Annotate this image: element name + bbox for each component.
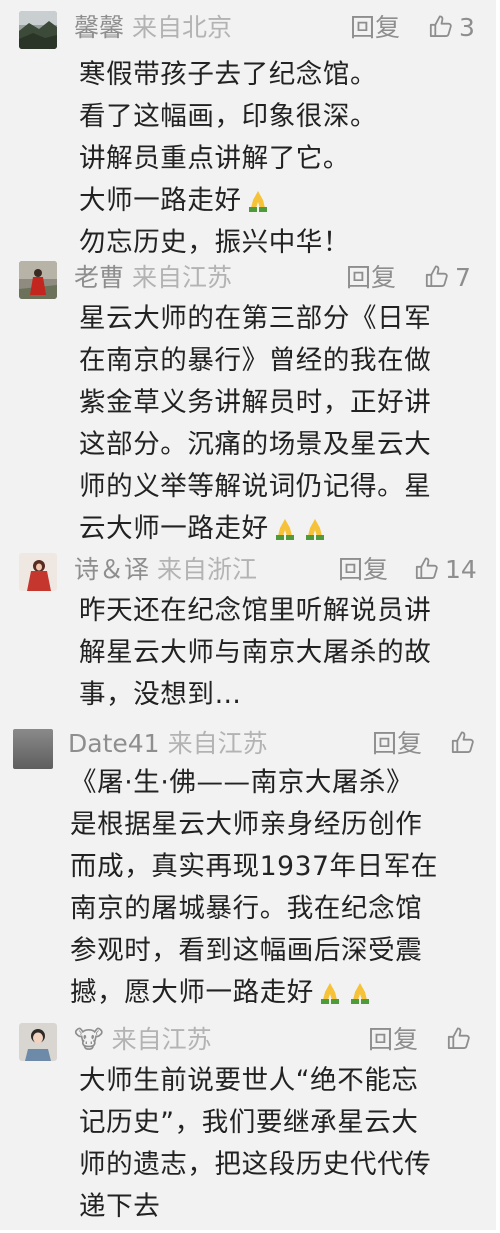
comment-line: 师的义举等解说词仍记得。星 [79, 471, 432, 502]
comment-header: Date41 来自江苏 [68, 726, 268, 762]
avatar[interactable] [19, 261, 57, 299]
comment-item: 馨馨 来自北京 回复 3 寒假带孩子去了纪念馆。 看了这幅画，印象很深。 讲解员重… [0, 0, 496, 258]
location-label: 来自北京 [132, 13, 233, 42]
avatar[interactable] [19, 553, 57, 591]
username[interactable]: 诗＆译 [74, 555, 149, 584]
comment-header: 🐮 来自江苏 [74, 1022, 212, 1058]
comment-line-text: 撼，愿大师一路走好 [70, 977, 314, 1008]
comment-line: 在南京的暴行》曾经的我在做 [79, 345, 432, 376]
thumbs-up-icon [446, 1025, 473, 1054]
comment-line: 讲解员重点讲解了它。 [79, 143, 350, 174]
comment-line: 参观时，看到这幅画后深受震 [70, 935, 423, 966]
comment-text: 寒假带孩子去了纪念馆。 看了这幅画，印象很深。 讲解员重点讲解了它。 大师一路走… [79, 54, 489, 264]
comment-text: 《屠·生·佛——南京大屠杀》 是根据星云大师亲身经历创作 而成，真实再现1937… [70, 762, 490, 1014]
like-button[interactable] [450, 726, 481, 762]
comment-line: 寒假带孩子去了纪念馆。 [79, 59, 378, 90]
comment-line: 撼，愿大师一路走好 [70, 972, 490, 1014]
like-count: 7 [455, 263, 471, 292]
comment-line: 事，没想到… [79, 679, 242, 710]
folded-hands-emoji-icon [316, 977, 344, 1005]
reply-button[interactable]: 回复 [350, 10, 400, 46]
comment-text: 大师生前说要世人“绝不能忘 记历史”，我们要继承星云大 师的遗志，把这段历史代代… [79, 1060, 489, 1228]
comment-line: 师的遗志，把这段历史代代传 [79, 1149, 432, 1180]
reply-button[interactable]: 回复 [346, 260, 396, 296]
comment-line: 南京的屠城暴行。我在纪念馆 [70, 893, 423, 924]
location-label: 来自江苏 [111, 1025, 212, 1054]
comment-line: 昨天还在纪念馆里听解说员讲 [79, 595, 432, 626]
comment-line: 看了这幅画，印象很深。 [79, 101, 378, 132]
comment-line: 递下去 [79, 1191, 161, 1222]
reply-button[interactable]: 回复 [338, 552, 388, 588]
location-label: 来自江苏 [167, 729, 268, 758]
comment-line: 大师一路走好 [79, 180, 489, 222]
avatar[interactable] [19, 11, 57, 49]
comment-item: 🐮 来自江苏 回复 大师生前说要世人“绝不能忘 记历史”，我们要继承星云大 师的遗… [0, 1012, 496, 1230]
location-label: 来自浙江 [157, 555, 258, 584]
folded-hands-emoji-icon [301, 513, 329, 541]
like-button[interactable]: 14 [414, 552, 477, 588]
comment-item: Date41 来自江苏 回复 《屠·生·佛——南京大屠杀》 是根据星云大师亲身经历… [0, 716, 496, 1016]
comment-line: 记历史”，我们要继承星云大 [79, 1107, 419, 1138]
comment-item: 老曹 来自江苏 回复 7 星云大师的在第三部分《日军 在南京的暴行》曾经的我在做 … [0, 250, 496, 544]
thumbs-up-icon [428, 13, 455, 42]
username[interactable]: 🐮 [74, 1025, 104, 1054]
comment-line: 是根据星云大师亲身经历创作 [70, 809, 423, 840]
like-count: 3 [459, 13, 475, 42]
comment-line: 解星云大师与南京大屠杀的故 [79, 637, 432, 668]
comment-item: 诗＆译 来自浙江 回复 14 昨天还在纪念馆里听解说员讲 解星云大师与南京大屠杀的… [0, 542, 496, 720]
thumbs-up-icon [424, 263, 451, 292]
username[interactable]: 老曹 [74, 263, 124, 292]
location-label: 来自江苏 [132, 263, 233, 292]
comment-line: 紫金草义务讲解员时，正好讲 [79, 387, 432, 418]
reply-button[interactable]: 回复 [368, 1022, 418, 1058]
comment-header: 老曹 来自江苏 [74, 260, 232, 296]
folded-hands-emoji-icon [244, 185, 272, 213]
comment-list: 馨馨 来自北京 回复 3 寒假带孩子去了纪念馆。 看了这幅画，印象很深。 讲解员重… [0, 0, 496, 1230]
comment-header: 诗＆译 来自浙江 [74, 552, 257, 588]
like-button[interactable]: 7 [424, 260, 471, 296]
comment-line: 《屠·生·佛——南京大屠杀》 [70, 767, 414, 798]
like-button[interactable] [446, 1022, 477, 1058]
comment-text: 星云大师的在第三部分《日军 在南京的暴行》曾经的我在做 紫金草义务讲解员时，正好… [79, 298, 489, 550]
thumbs-up-icon [414, 555, 441, 584]
comment-line: 这部分。沉痛的场景及星云大 [79, 429, 432, 460]
comment-line: 大师生前说要世人“绝不能忘 [79, 1065, 419, 1096]
thumbs-up-icon [450, 729, 477, 758]
username[interactable]: Date41 [68, 729, 160, 758]
avatar[interactable] [13, 729, 53, 769]
comment-line: 星云大师的在第三部分《日军 [79, 303, 432, 334]
like-button[interactable]: 3 [428, 10, 475, 46]
reply-button[interactable]: 回复 [372, 726, 422, 762]
comment-text: 昨天还在纪念馆里听解说员讲 解星云大师与南京大屠杀的故 事，没想到… [79, 590, 489, 716]
comment-line-text: 大师一路走好 [79, 185, 242, 216]
folded-hands-emoji-icon [271, 513, 299, 541]
like-count: 14 [445, 555, 477, 584]
folded-hands-emoji-icon [346, 977, 374, 1005]
comment-line-text: 云大师一路走好 [79, 513, 269, 544]
username[interactable]: 馨馨 [74, 13, 124, 42]
avatar[interactable] [19, 1023, 57, 1061]
comment-header: 馨馨 来自北京 [74, 10, 232, 46]
comment-line: 而成，真实再现1937年日军在 [70, 851, 438, 882]
